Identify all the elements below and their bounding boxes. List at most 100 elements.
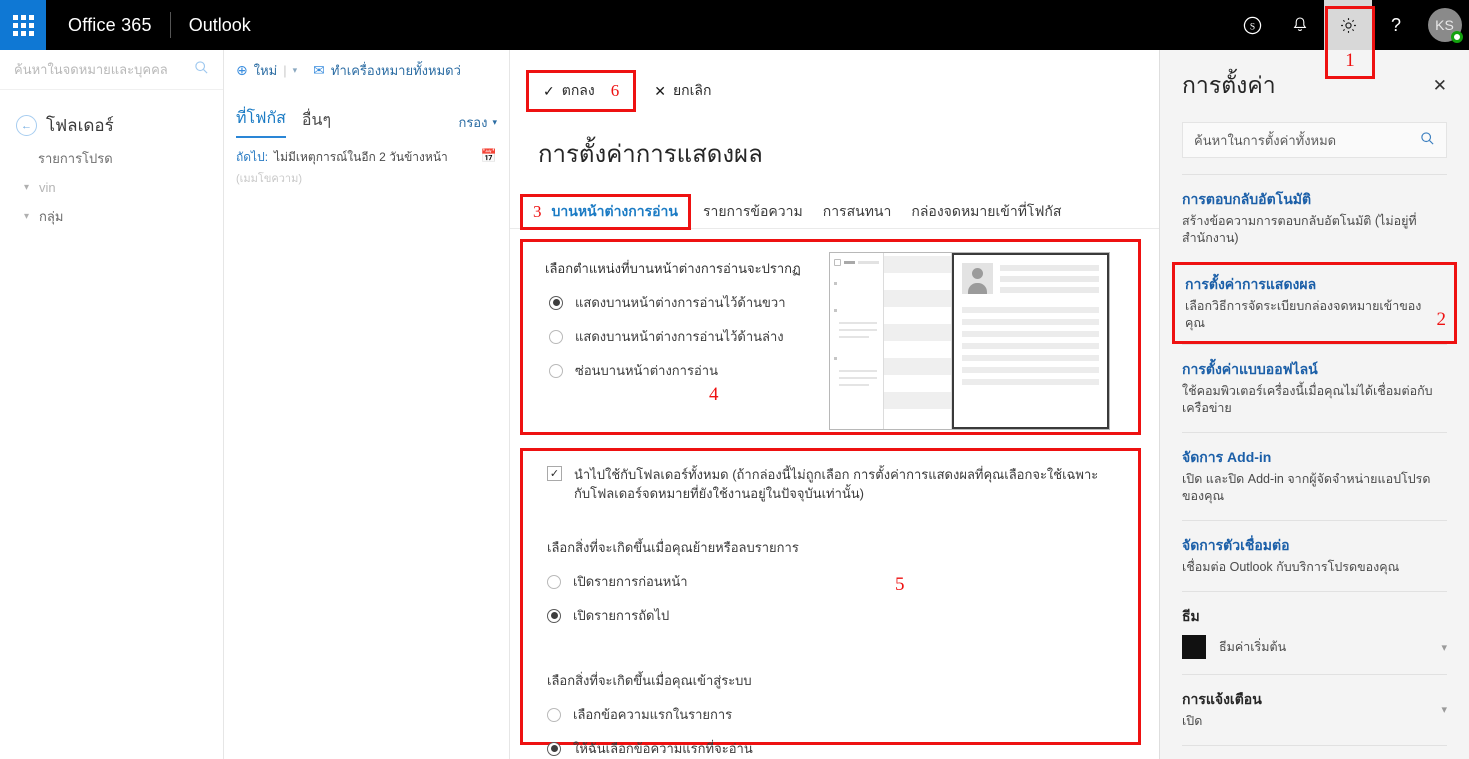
skype-icon[interactable]: S xyxy=(1228,0,1276,50)
signin-group-label: เลือกสิ่งที่จะเกิดขึ้นเมื่อคุณเข้าสู่ระบ… xyxy=(547,673,752,688)
settings-item-theme[interactable]: ธีม ธีมค่าเริ่มต้น ▾ xyxy=(1182,591,1447,674)
mark-all-read-label: ทำเครื่องหมายทั้งหมดว่ xyxy=(330,62,461,78)
radio-icon xyxy=(547,608,561,623)
preview-line xyxy=(839,370,877,372)
radio-icon xyxy=(549,363,563,378)
move-delete-group-label: เลือกสิ่งที่จะเกิดขึ้นเมื่อคุณย้ายหรือลบ… xyxy=(547,540,799,555)
top-app-bar: Office 365 Outlook S ? KS xyxy=(0,0,1469,50)
close-icon[interactable]: ✕ xyxy=(1433,76,1447,96)
tab-conversation[interactable]: การสนทนา xyxy=(813,201,902,223)
radio-label: ให้ฉันเลือกข้อความแรกที่จะอ่าน xyxy=(573,741,753,756)
settings-search-input[interactable]: ค้นหาในการตั้งค่าทั้งหมด xyxy=(1182,122,1447,158)
theme-color-swatch[interactable] xyxy=(1182,635,1206,659)
annotation-box-6: ✓ ตกลง 6 xyxy=(526,70,637,112)
radio-open-previous[interactable]: เปิดรายการก่อนหน้า xyxy=(523,558,1138,592)
preview-tiny xyxy=(834,282,837,285)
annotation-box-3: 3 บานหน้าต่างการอ่าน xyxy=(520,193,691,230)
next-event-row[interactable]: ถัดไป: ไม่มีเหตุการณ์ในอีก 2 วันข้างหน้า… xyxy=(224,138,509,167)
tree-node-groups[interactable]: ▾ กลุ่ม xyxy=(0,195,223,227)
settings-item-desc: เชื่อมต่อ Outlook กับบริการโปรดของคุณ xyxy=(1182,560,1400,574)
settings-panel: การตั้งค่า ✕ ค้นหาในการตั้งค่าทั้งหมด กา… xyxy=(1160,50,1469,759)
chevron-down-icon: ▾ xyxy=(24,182,30,193)
apply-all-folders-checkbox-row[interactable]: ✓ นำไปใช้กับโฟลเดอร์ทั้งหมด (ถ้ากล่องนี้… xyxy=(523,451,1138,503)
ok-button[interactable]: ✓ ตกลง xyxy=(543,80,595,102)
pane-action-row: ✓ ตกลง 6 ✕ ยกเลิก xyxy=(510,50,1159,112)
annotation-marker-5: 5 xyxy=(895,574,905,595)
next-event-label: ถัดไป: xyxy=(236,150,269,164)
back-arrow-icon[interactable]: ← xyxy=(16,115,37,136)
settings-item-notification[interactable]: การแจ้งเตือน เปิด ▾ xyxy=(1182,674,1447,745)
user-avatar-button[interactable]: KS xyxy=(1420,0,1469,50)
check-icon: ✓ xyxy=(543,82,555,99)
chevron-down-icon[interactable]: ▾ xyxy=(293,65,298,76)
annotation-box-1: 1 xyxy=(1325,6,1375,79)
tab-focused-inbox[interactable]: กล่องจดหมายเข้าที่โฟกัส xyxy=(901,201,1071,223)
settings-item-title: จัดการตัวเชื่อมต่อ xyxy=(1182,537,1290,553)
tab-reading-pane[interactable]: บานหน้าต่างการอ่าน xyxy=(552,201,678,223)
settings-item-manage-addins[interactable]: จัดการ Add-in เปิด และปิด Add-in จากผู้จ… xyxy=(1182,432,1447,520)
tree-node-vin[interactable]: ▾ vin xyxy=(0,169,223,195)
reading-pane-options-section: ✓ นำไปใช้กับโฟลเดอร์ทั้งหมด (ถ้ากล่องนี้… xyxy=(520,448,1141,756)
help-icon[interactable]: ? xyxy=(1372,0,1420,50)
settings-item-display-settings[interactable]: การตั้งค่าการแสดงผล เลือกวิธีการจัดระเบี… xyxy=(1172,262,1457,344)
suite-name[interactable]: Office 365 xyxy=(68,15,152,36)
folders-title: โฟลเดอร์ xyxy=(46,116,114,135)
apply-all-folders-label: นำไปใช้กับโฟลเดอร์ทั้งหมด (ถ้ากล่องนี้ไม… xyxy=(574,467,1099,501)
presence-indicator xyxy=(1450,31,1463,43)
favorites-label[interactable]: รายการโปรด xyxy=(0,139,223,169)
app-launcher-button[interactable] xyxy=(0,0,46,50)
chevron-down-icon: ▾ xyxy=(24,211,30,222)
cancel-label: ยกเลิก xyxy=(672,82,712,98)
chevron-down-icon[interactable]: ▾ xyxy=(1441,641,1447,654)
preview-tiny xyxy=(834,357,837,360)
svg-text:S: S xyxy=(1249,22,1254,32)
radio-let-me-select[interactable]: ให้ฉันเลือกข้อความแรกที่จะอ่าน xyxy=(523,725,1138,759)
radio-label: เปิดรายการก่อนหน้า xyxy=(573,574,688,589)
left-navigation: ค้นหาในจดหมายและบุคคล ← โฟลเดอร์ รายการโ… xyxy=(0,50,224,759)
folders-header[interactable]: ← โฟลเดอร์ xyxy=(0,90,223,139)
mark-all-read-button[interactable]: ✉ ทำเครื่องหมายทั้งหมดว่ xyxy=(313,60,461,81)
tab-focused[interactable]: ที่โฟกัส xyxy=(236,106,286,138)
tab-other[interactable]: อื่นๆ xyxy=(302,108,331,138)
settings-panel-header: การตั้งค่า ✕ xyxy=(1182,50,1447,104)
app-name[interactable]: Outlook xyxy=(189,15,251,36)
checkbox-icon: ✓ xyxy=(547,466,562,481)
new-mail-label: ใหม่ xyxy=(253,62,278,78)
toolbar-divider: | xyxy=(283,62,287,78)
new-mail-button[interactable]: ⊕ ใหม่ | ▾ xyxy=(236,60,297,81)
radio-select-first[interactable]: เลือกข้อความแรกในรายการ xyxy=(523,691,1138,725)
outlook-settings-screen: mailmaster mailmaster mailmaster mailmas… xyxy=(0,0,1469,759)
mail-search-box[interactable]: ค้นหาในจดหมายและบุคคล xyxy=(0,50,223,90)
preview-bar xyxy=(858,261,880,264)
filter-button[interactable]: กรอง ▾ xyxy=(458,112,509,138)
settings-item-manage-connectors[interactable]: จัดการตัวเชื่อมต่อ เชื่อมต่อ Outlook กับ… xyxy=(1182,520,1447,591)
settings-item-app-settings[interactable]: การตั้งค่าแอปของคุณ ▾ xyxy=(1182,745,1447,759)
tab-message-list[interactable]: รายการข้อความ xyxy=(693,201,813,223)
calendar-icon[interactable]: 📅 xyxy=(481,148,497,164)
settings-item-automatic-replies[interactable]: การตอบกลับอัตโนมัติ สร้างข้อความการตอบกล… xyxy=(1182,174,1447,262)
radio-icon xyxy=(547,707,561,722)
waffle-icon xyxy=(12,14,34,36)
cancel-button[interactable]: ✕ ยกเลิก xyxy=(654,80,711,102)
chevron-down-icon: ▾ xyxy=(492,117,497,127)
radio-open-next[interactable]: เปิดรายการถัดไป xyxy=(523,592,1138,626)
settings-item-title: การตั้งค่าแบบออฟไลน์ xyxy=(1182,361,1318,377)
settings-item-desc: ใช้คอมพิวเตอร์เครื่องนี้เมื่อคุณไม่ได้เช… xyxy=(1182,384,1433,415)
settings-item-desc: สร้างข้อความการตอบกลับอัตโนมัติ (ไม่อยู่… xyxy=(1182,214,1417,245)
annotation-marker-2: 2 xyxy=(1436,309,1447,330)
reading-pane-preview xyxy=(829,252,1110,430)
settings-item-offline-settings[interactable]: การตั้งค่าแบบออฟไลน์ ใช้คอมพิวเตอร์เครื่… xyxy=(1182,344,1447,432)
annotation-marker-6: 6 xyxy=(610,81,620,100)
radio-icon xyxy=(547,574,561,589)
memo-text: (เมมโขความ) xyxy=(236,173,302,185)
inbox-tabs: ที่โฟกัส อื่นๆ กรอง ▾ xyxy=(224,90,509,138)
mail-list-column: ⊕ ใหม่ | ▾ ✉ ทำเครื่องหมายทั้งหมดว่ ที่โ… xyxy=(224,50,510,759)
preview-avatar-icon xyxy=(962,263,993,294)
theme-value: ธีมค่าเริ่มต้น xyxy=(1219,640,1287,654)
notifications-bell-icon[interactable] xyxy=(1276,0,1324,50)
chevron-down-icon[interactable]: ▾ xyxy=(1441,703,1447,716)
preview-group xyxy=(834,347,879,386)
preview-line xyxy=(839,322,877,324)
preview-line xyxy=(839,336,869,338)
radio-label: แสดงบานหน้าต่างการอ่านไว้ด้านขวา xyxy=(575,295,786,310)
